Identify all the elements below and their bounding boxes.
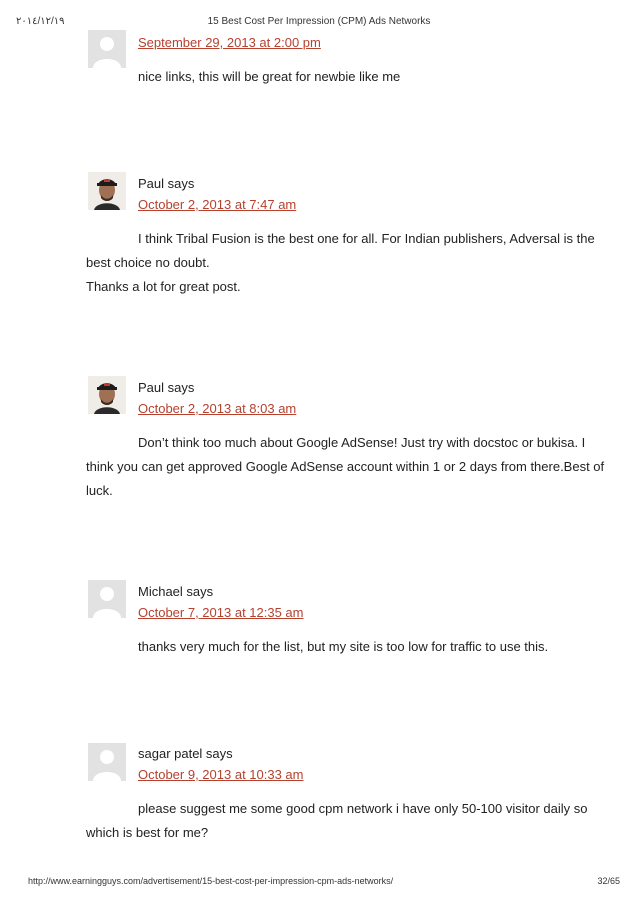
comment-text: I think Tribal Fusion is the best one fo… — [86, 227, 606, 299]
comment-date-link[interactable]: October 7, 2013 at 12:35 am — [138, 605, 304, 620]
comment-date-link[interactable]: September 29, 2013 at 2:00 pm — [138, 35, 321, 50]
default-avatar-icon — [88, 743, 126, 781]
default-avatar-icon — [88, 580, 126, 618]
comment-paragraph: Don’t think too much about Google AdSens… — [86, 435, 605, 498]
user-photo — [88, 172, 126, 210]
comment-paragraph: nice links, this will be great for newbi… — [138, 69, 401, 84]
comment-author: Paul says — [138, 176, 195, 191]
comment-text: thanks very much for the list, but my si… — [86, 635, 606, 659]
page-number: 32/65 — [597, 876, 620, 886]
user-photo — [88, 376, 126, 414]
comment-paragraph: I think Tribal Fusion is the best one fo… — [86, 231, 595, 270]
comment-author: Michael says — [138, 584, 214, 599]
comment-text: Don’t think too much about Google AdSens… — [86, 431, 606, 503]
comment-date-link[interactable]: October 2, 2013 at 7:47 am — [138, 197, 296, 212]
comment-date-link[interactable]: October 2, 2013 at 8:03 am — [138, 401, 296, 416]
comment-paragraph: thanks very much for the list, but my si… — [138, 639, 549, 654]
page-title: 15 Best Cost Per Impression (CPM) Ads Ne… — [207, 16, 431, 27]
comment-author: sagar patel says — [138, 746, 233, 761]
default-avatar-icon — [88, 30, 126, 68]
comment-paragraph: Thanks a lot for great post. — [86, 279, 241, 294]
comment-text: nice links, this will be great for newbi… — [86, 65, 606, 89]
comment-date-link[interactable]: October 9, 2013 at 10:33 am — [138, 767, 304, 782]
comment-paragraph: please suggest me some good cpm network … — [86, 801, 588, 840]
comment-text: please suggest me some good cpm network … — [86, 797, 606, 845]
comment-author: Paul says — [138, 380, 195, 395]
footer-url: http://www.earningguys.com/advertisement… — [28, 876, 394, 886]
